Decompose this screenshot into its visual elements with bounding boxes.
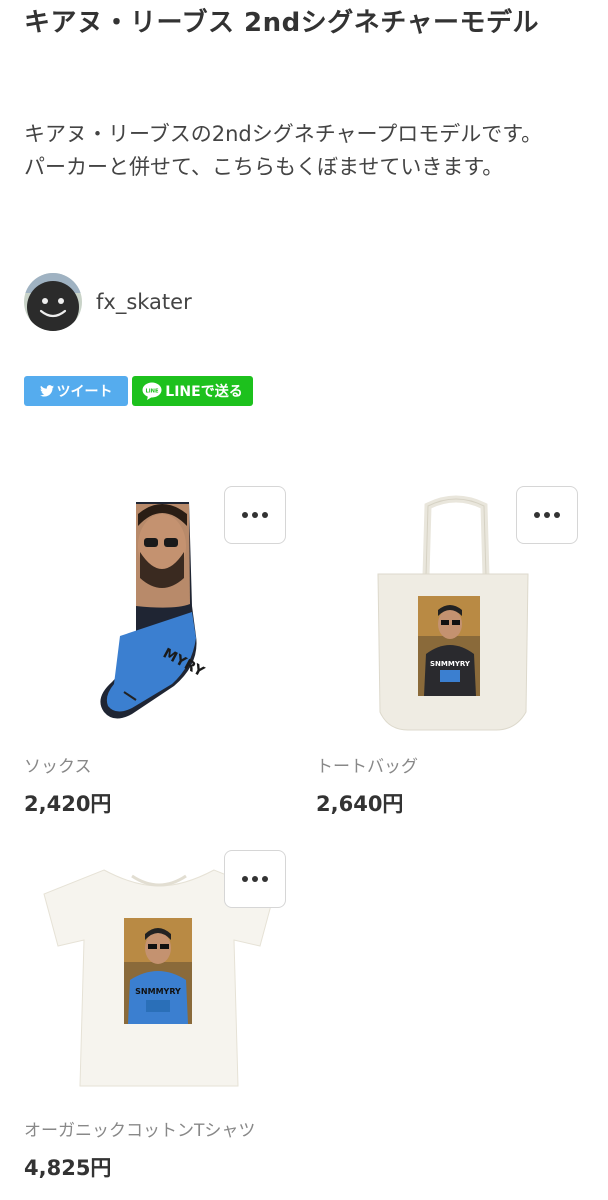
smiley-avatar-icon [24,273,82,331]
line-share-label: LINEで送る [165,384,243,400]
product-price: 2,420円 [24,792,112,816]
tweet-label: ツイート [56,384,113,400]
product-price: 2,640円 [316,792,404,816]
tweet-button[interactable]: ツイート [24,376,128,406]
line-logo-icon: LINE [142,382,162,400]
product-card-socks[interactable]: MYRY ソックス 2,420円 [24,486,294,826]
svg-text:SNMMYRY: SNMMYRY [430,660,471,668]
product-name[interactable]: ソックス [24,752,92,777]
share-buttons: ツイート LINE LINEで送る [24,376,253,406]
svg-text:LINE: LINE [146,389,160,395]
author-block[interactable]: fx_skater [24,272,192,332]
svg-text:SNMMYRY: SNMMYRY [135,987,181,996]
more-dots-icon [534,512,560,518]
author-name[interactable]: fx_skater [96,290,192,314]
product-card-tote-bag[interactable]: SNMMYRY トートバッグ 2,640円 [316,486,586,826]
twitter-bird-icon [39,385,54,397]
more-options-button[interactable] [516,486,578,544]
page-description: キアヌ・リーブスの2ndシグネチャープロモデルです。 パーカーと併せて、こちらも… [24,118,584,184]
product-name[interactable]: オーガニックコットンTシャツ [24,1116,255,1141]
page-title: キアヌ・リーブス 2ndシグネチャーモデル [24,8,539,38]
more-dots-icon [242,876,268,882]
more-options-button[interactable] [224,850,286,908]
description-line-1: キアヌ・リーブスの2ndシグネチャープロモデルです。 [24,122,543,146]
more-dots-icon [242,512,268,518]
product-price: 4,825円 [24,1156,112,1180]
description-line-2: パーカーと併せて、こちらもくぼませていきます。 [24,155,504,179]
avatar[interactable] [24,273,82,331]
product-card-tshirt[interactable]: SNMMYRY オーガニックコットンTシャツ 4,825円 [24,850,294,1190]
line-share-button[interactable]: LINE LINEで送る [132,376,253,406]
more-options-button[interactable] [224,486,286,544]
product-name[interactable]: トートバッグ [316,752,418,777]
